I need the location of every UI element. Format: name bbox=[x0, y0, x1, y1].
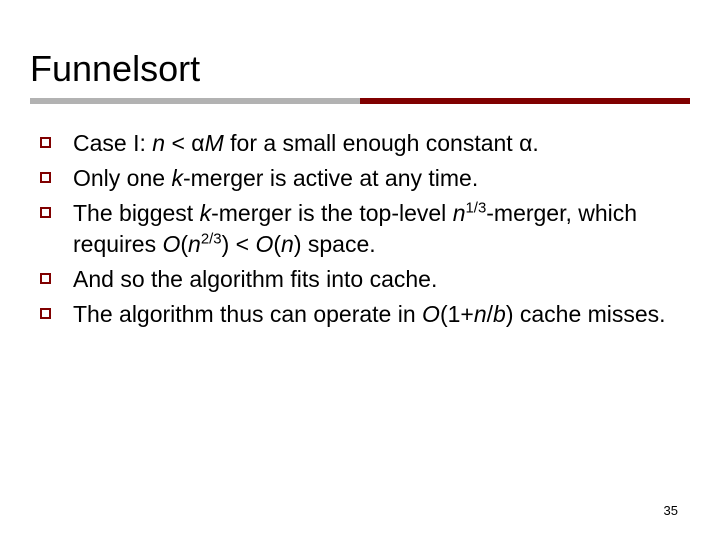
bullet-item: And so the algorithm fits into cache. bbox=[40, 264, 680, 295]
bullet-text: Only one k-merger is active at any time. bbox=[73, 163, 680, 194]
bullet-item: Case I: n < αM for a small enough consta… bbox=[40, 128, 680, 159]
bullet-text: The algorithm thus can operate in O(1+n/… bbox=[73, 299, 680, 330]
square-bullet-icon bbox=[40, 137, 51, 148]
slide: Funnelsort Case I: n < αM for a small en… bbox=[0, 0, 720, 540]
square-bullet-icon bbox=[40, 308, 51, 319]
rule-left bbox=[30, 98, 360, 104]
title-block: Funnelsort bbox=[0, 0, 720, 98]
square-bullet-icon bbox=[40, 273, 51, 284]
bullet-item: The biggest k-merger is the top-level n1… bbox=[40, 198, 680, 260]
square-bullet-icon bbox=[40, 207, 51, 218]
bullet-text: Case I: n < αM for a small enough consta… bbox=[73, 128, 680, 159]
rule-right bbox=[360, 98, 690, 104]
title-rule bbox=[30, 98, 690, 104]
slide-title: Funnelsort bbox=[30, 48, 690, 98]
bullet-text: The biggest k-merger is the top-level n1… bbox=[73, 198, 680, 260]
bullet-item: Only one k-merger is active at any time. bbox=[40, 163, 680, 194]
bullet-text: And so the algorithm fits into cache. bbox=[73, 264, 680, 295]
square-bullet-icon bbox=[40, 172, 51, 183]
bullet-list: Case I: n < αM for a small enough consta… bbox=[0, 104, 720, 330]
bullet-item: The algorithm thus can operate in O(1+n/… bbox=[40, 299, 680, 330]
page-number: 35 bbox=[664, 503, 678, 518]
